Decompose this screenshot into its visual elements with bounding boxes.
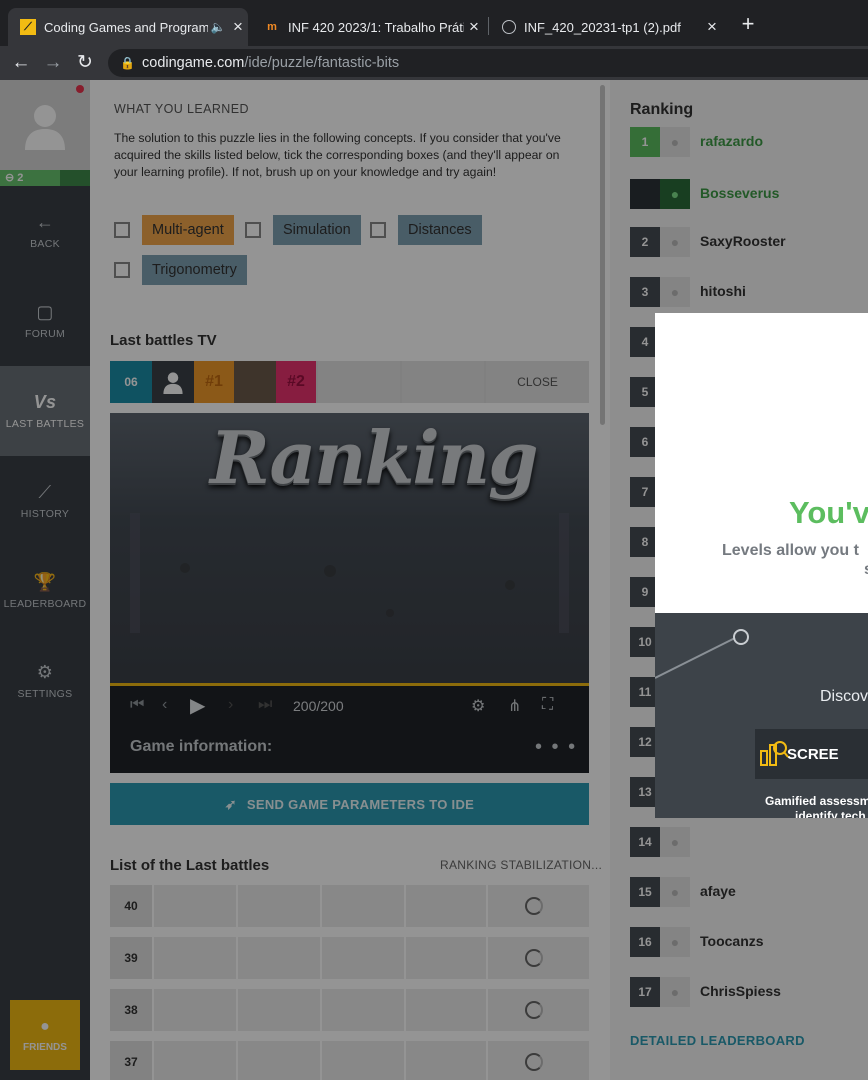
tab-close-icon[interactable]: ×: [228, 17, 248, 37]
tab-codingame[interactable]: ⟋ Coding Games and Programming Challenge…: [8, 8, 248, 46]
assessment-icon: [760, 741, 789, 766]
progress-graph-graphic: [655, 629, 749, 679]
forward-arrow-icon[interactable]: →: [40, 50, 66, 76]
tab-title: Coding Games and Programming Challenges: [44, 19, 208, 35]
browser-tab-bar: ⟋ Coding Games and Programming Challenge…: [0, 0, 868, 46]
tab-separator: [488, 17, 489, 35]
modal-text: Levels allow you t: [722, 542, 859, 559]
address-bar-row: ← → ↻ 🔒 codingame.com /ide/puzzle/fantas…: [0, 46, 868, 80]
inf-favicon-icon: m: [267, 21, 277, 33]
gamified-line-2: identify tech: [795, 809, 866, 818]
codingame-favicon-icon: ⟋: [20, 19, 36, 35]
tab-title: INF 420 2023/1: Trabalho Prático: [288, 19, 464, 35]
tab-close-icon[interactable]: ×: [464, 17, 484, 37]
discover-text: Discov: [820, 688, 868, 705]
url-domain: codingame.com: [142, 55, 245, 71]
gamified-text: Gamified assessm identify tech: [765, 794, 868, 818]
screen-button-label: SCREE: [787, 745, 839, 763]
modal-text-2: s: [864, 561, 868, 579]
tab-title: INF_420_20231-tp1 (2).pdf: [524, 19, 681, 35]
tab-pdf[interactable]: INF_420_20231-tp1 (2).pdf ×: [490, 8, 722, 46]
modal-footer: Discov SCREE Gamified assessm identify t…: [655, 613, 868, 818]
reload-icon[interactable]: ↻: [72, 50, 98, 76]
back-arrow-icon[interactable]: ←: [8, 50, 34, 76]
page-content: ⊖ 2 ← BACK ▢ FORUM Vs LAST BATTLES ⟋ HIS…: [0, 80, 868, 1080]
tab-inf420[interactable]: m INF 420 2023/1: Trabalho Prático ×: [252, 8, 484, 46]
level-up-modal: You'v Levels allow you t s Discov SCREE …: [655, 313, 868, 818]
url-input[interactable]: 🔒 codingame.com /ide/puzzle/fantastic-bi…: [108, 49, 868, 77]
new-tab-button[interactable]: +: [738, 12, 758, 36]
globe-icon: [502, 20, 516, 34]
speaker-icon[interactable]: 🔈: [208, 20, 228, 34]
lock-icon: 🔒: [120, 56, 135, 70]
url-path: /ide/puzzle/fantastic-bits: [244, 55, 400, 71]
modal-title: You'v: [789, 495, 868, 530]
screen-button[interactable]: SCREE: [755, 729, 868, 779]
tab-close-icon[interactable]: ×: [702, 17, 722, 37]
gamified-line-1: Gamified assessm: [765, 794, 868, 808]
modal-header: You'v Levels allow you t s: [655, 313, 868, 613]
